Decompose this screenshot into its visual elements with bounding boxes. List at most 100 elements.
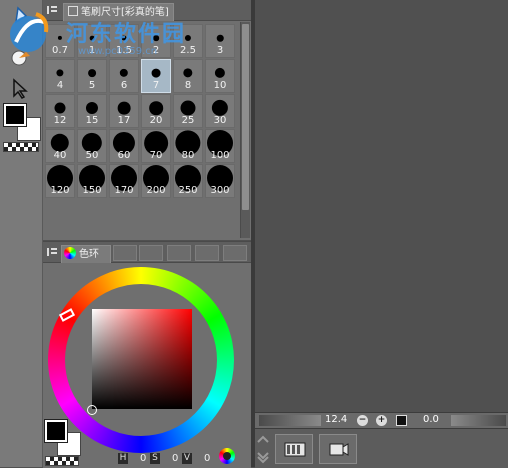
brush-size-panel: 笔刷尺寸[彩真的笔] 0.7 1 1.5 2 2.5 3 4 5 6 7 8 10 12 15 17 20 25… <box>43 0 251 240</box>
brush-size-option[interactable]: 1 <box>77 24 107 58</box>
tab-brush-size[interactable]: 笔刷尺寸[彩真的笔] <box>63 3 174 21</box>
timeline-bar <box>255 428 508 468</box>
tab-intermediate-color[interactable] <box>167 245 191 261</box>
brush-size-option[interactable]: 60 <box>109 129 139 163</box>
brush-size-option[interactable]: 10 <box>205 59 235 93</box>
brush-size-preview-dot <box>121 35 127 41</box>
brush-size-option[interactable]: 2 <box>141 24 171 58</box>
panel-main-color-swatch[interactable] <box>44 419 68 443</box>
new-camera-folder-icon <box>329 443 349 456</box>
zoom-out-button[interactable]: − <box>357 415 368 426</box>
brush-size-option[interactable]: 0.7 <box>45 24 75 58</box>
saturation-value-marker[interactable] <box>87 405 97 415</box>
brush-size-label: 1.5 <box>116 45 132 56</box>
fit-screen-icon[interactable] <box>396 415 407 426</box>
brush-size-preview-dot <box>214 67 226 79</box>
tab-color-history[interactable] <box>223 245 247 261</box>
hue-value: 0 <box>140 453 147 464</box>
brush-size-option[interactable]: 17 <box>109 94 139 128</box>
brush-size-option[interactable]: 300 <box>205 164 235 198</box>
brush-size-label: 7 <box>152 80 160 91</box>
tab-approximate-color[interactable] <box>195 245 219 261</box>
panel-transparent-swatch[interactable] <box>45 456 79 466</box>
brush-size-option[interactable]: 200 <box>141 164 171 198</box>
brush-size-option[interactable]: 30 <box>205 94 235 128</box>
fill-tool-icon[interactable] <box>6 46 36 70</box>
brush-size-label: 12 <box>53 115 67 126</box>
brush-size-preview-dot <box>119 68 129 78</box>
brush-size-preview-dot <box>85 101 99 115</box>
new-camera-folder-button[interactable] <box>319 434 357 464</box>
brush-size-label: 30 <box>213 115 227 126</box>
saturation-value-square[interactable] <box>92 309 192 409</box>
brush-size-preview-dot <box>184 34 192 42</box>
brush-size-option[interactable]: 4 <box>45 59 75 93</box>
brush-size-option[interactable]: 40 <box>45 129 75 163</box>
brush-size-preview-dot <box>153 35 159 41</box>
tab-color-wheel[interactable]: 色环 <box>61 245 111 263</box>
transparent-color-swatch[interactable] <box>3 142 39 152</box>
navigator-bar: 12.4 − + 0.0 <box>255 412 508 429</box>
color-panel-menu-icon[interactable] <box>46 246 58 258</box>
brush-size-option[interactable]: 100 <box>205 129 235 163</box>
brush-size-option[interactable]: 150 <box>77 164 107 198</box>
brush-size-label: 2.5 <box>180 45 196 56</box>
brush-size-label: 100 <box>210 150 230 161</box>
brush-size-preview-dot <box>216 34 224 42</box>
object-select-icon[interactable] <box>6 76 36 100</box>
brush-size-label: 0.7 <box>52 45 68 56</box>
new-animation-folder-button[interactable] <box>275 434 313 464</box>
panel-menu-icon[interactable] <box>46 4 58 16</box>
brush-size-option[interactable]: 120 <box>45 164 75 198</box>
brush-panel-scrollbar[interactable] <box>240 22 250 238</box>
brush-size-label: 70 <box>149 150 163 161</box>
brush-size-preview-dot <box>54 102 66 114</box>
brush-size-preview-dot <box>56 69 64 77</box>
brush-size-label: 1 <box>88 45 96 56</box>
brush-size-option[interactable]: 70 <box>141 129 171 163</box>
brush-size-option[interactable]: 5 <box>77 59 107 93</box>
canvas-area[interactable] <box>255 0 508 412</box>
brush-size-option[interactable]: 25 <box>173 94 203 128</box>
color-panel-tabbar: 色环 <box>43 242 251 263</box>
brush-size-preview-dot <box>183 68 193 78</box>
color-wheel-mode-center <box>223 452 231 460</box>
brush-size-option[interactable]: 15 <box>77 94 107 128</box>
brush-size-label: 8 <box>184 80 192 91</box>
brush-size-label: 300 <box>210 185 230 196</box>
main-color-swatch[interactable] <box>3 103 27 127</box>
brush-size-option[interactable]: 20 <box>141 94 171 128</box>
value-value: 0 <box>204 453 211 464</box>
brush-size-option[interactable]: 8 <box>173 59 203 93</box>
tab-color-set[interactable] <box>139 245 163 261</box>
rotation-slider[interactable] <box>451 415 506 426</box>
brush-size-option[interactable]: 170 <box>109 164 139 198</box>
brush-panel-scroll-thumb[interactable] <box>242 24 249 210</box>
brush-size-label: 80 <box>181 150 195 161</box>
brush-size-label: 3 <box>216 45 224 56</box>
brush-size-option[interactable]: 80 <box>173 129 203 163</box>
value-key: V <box>182 453 192 464</box>
brush-size-option[interactable]: 12 <box>45 94 75 128</box>
brush-size-option[interactable]: 1.5 <box>109 24 139 58</box>
brush-size-preview-dot <box>151 68 161 78</box>
color-wheel-mode-icon[interactable] <box>219 448 235 464</box>
tab-color-slider[interactable] <box>113 245 137 261</box>
brush-size-preview-dot <box>88 69 96 77</box>
brush-size-label: 5 <box>88 80 96 91</box>
timeline-collapse[interactable] <box>256 433 270 465</box>
brush-size-option[interactable]: 3 <box>205 24 235 58</box>
zoom-slider[interactable] <box>259 415 321 426</box>
brush-size-label: 2 <box>152 45 160 56</box>
brush-size-label: 40 <box>53 150 67 161</box>
brush-size-option[interactable]: 50 <box>77 129 107 163</box>
hue-key: H <box>118 453 128 464</box>
brush-size-option[interactable]: 7 <box>141 59 171 93</box>
brush-size-option[interactable]: 6 <box>109 59 139 93</box>
color-wheel-tab-label: 色环 <box>79 249 99 260</box>
pen-tool-icon[interactable] <box>6 2 36 26</box>
brush-size-option[interactable]: 250 <box>173 164 203 198</box>
brush-size-tab-label: 笔刷尺寸[彩真的笔] <box>81 7 169 18</box>
brush-size-option[interactable]: 2.5 <box>173 24 203 58</box>
zoom-in-button[interactable]: + <box>376 415 387 426</box>
